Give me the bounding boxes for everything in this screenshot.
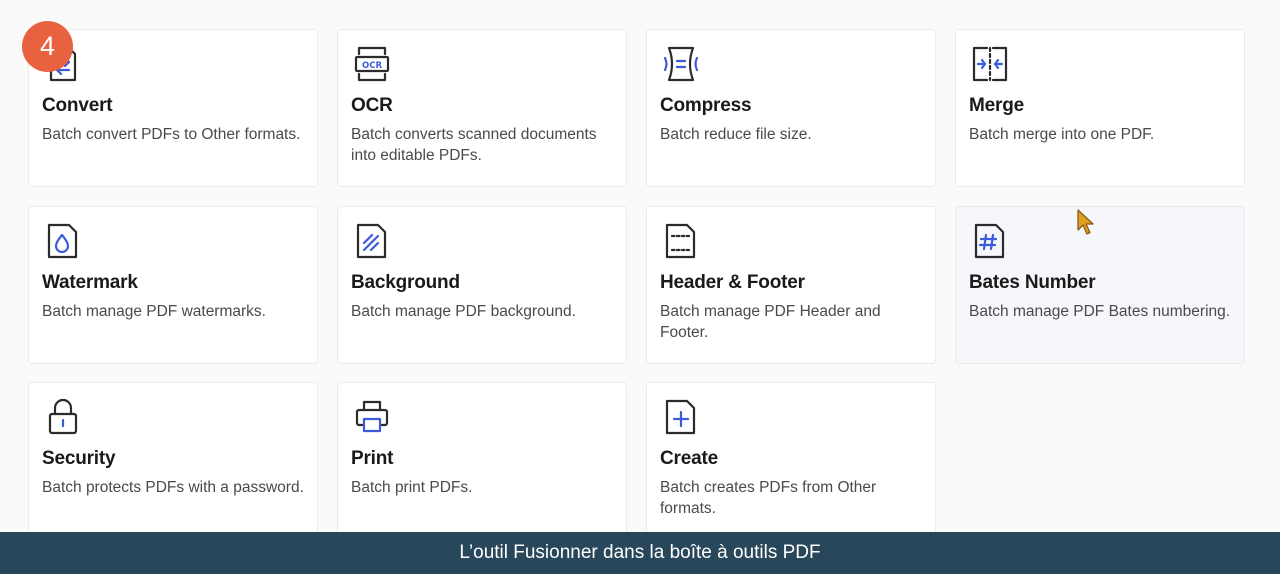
tool-description: Batch converts scanned documents into ed… <box>351 126 597 164</box>
tool-title: Watermark <box>42 272 138 293</box>
background-icon <box>352 221 392 261</box>
tool-description: Batch merge into one PDF. <box>969 126 1155 143</box>
ocr-icon: OCR <box>352 44 392 84</box>
merge-icon <box>970 44 1010 84</box>
tool-title: Header & Footer <box>660 272 805 293</box>
tool-card-watermark[interactable]: Watermark Batch manage PDF watermarks. <box>28 206 318 364</box>
lock-icon <box>43 397 83 437</box>
tool-description: Batch protects PDFs with a password. <box>42 479 304 496</box>
tool-description: Batch print PDFs. <box>351 479 473 496</box>
header-footer-icon <box>661 221 701 261</box>
tool-title: Merge <box>969 95 1024 116</box>
tool-description: Batch convert PDFs to Other formats. <box>42 126 301 143</box>
svg-text:OCR: OCR <box>362 61 382 71</box>
batch-tools-grid: Convert Batch convert PDFs to Other form… <box>0 0 1280 534</box>
tool-title: Bates Number <box>969 272 1096 293</box>
tool-title: Convert <box>42 95 113 116</box>
tool-card-print[interactable]: Print Batch print PDFs. <box>337 382 627 534</box>
tool-card-background[interactable]: Background Batch manage PDF background. <box>337 206 627 364</box>
tool-card-create[interactable]: Create Batch creates PDFs from Other for… <box>646 382 936 534</box>
tool-card-ocr[interactable]: OCR OCR Batch converts scanned documents… <box>337 29 627 187</box>
step-number-badge: 4 <box>22 21 73 72</box>
tool-description: Batch reduce file size. <box>660 126 812 143</box>
tool-description: Batch manage PDF Header and Footer. <box>660 303 881 341</box>
tool-card-header-footer[interactable]: Header & Footer Batch manage PDF Header … <box>646 206 936 364</box>
tool-card-compress[interactable]: Compress Batch reduce file size. <box>646 29 936 187</box>
tool-description: Batch creates PDFs from Other formats. <box>660 479 877 517</box>
bates-number-icon <box>970 221 1010 261</box>
tool-title: OCR <box>351 95 393 116</box>
tool-title: Compress <box>660 95 752 116</box>
create-pdf-icon <box>661 397 701 437</box>
tool-card-bates-number[interactable]: Bates Number Batch manage PDF Bates numb… <box>955 206 1245 364</box>
tool-title: Create <box>660 448 718 469</box>
tool-description: Batch manage PDF watermarks. <box>42 303 266 320</box>
mouse-pointer-icon <box>1077 209 1094 235</box>
tool-title: Security <box>42 448 116 469</box>
tool-description: Batch manage PDF Bates numbering. <box>969 303 1231 320</box>
tool-title: Print <box>351 448 394 469</box>
printer-icon <box>352 397 392 437</box>
tool-description: Batch manage PDF background. <box>351 303 576 320</box>
compress-icon <box>661 44 701 84</box>
tool-card-merge[interactable]: Merge Batch merge into one PDF. <box>955 29 1245 187</box>
video-caption: L’outil Fusionner dans la boîte à outils… <box>0 532 1280 574</box>
tool-title: Background <box>351 272 460 293</box>
tool-card-security[interactable]: Security Batch protects PDFs with a pass… <box>28 382 318 534</box>
watermark-icon <box>43 221 83 261</box>
